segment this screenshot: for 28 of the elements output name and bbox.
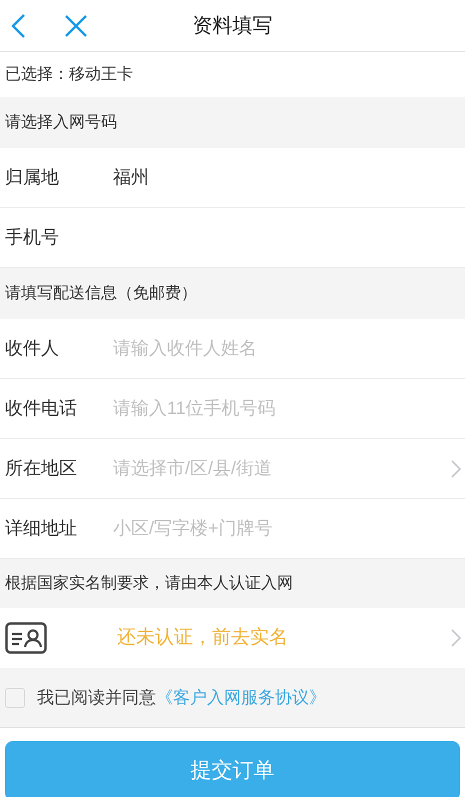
- agreement-checkbox[interactable]: [5, 688, 25, 708]
- field-label: 详细地址: [5, 517, 78, 540]
- form-field[interactable]: 详细地址 小区/写字楼+门牌号: [0, 499, 465, 559]
- field-label: 收件人: [5, 337, 60, 360]
- input-field[interactable]: 小区/写字楼+门牌号: [113, 515, 461, 542]
- page-title: 资料填写: [192, 14, 272, 38]
- section-title: 请填写配送信息（免邮费）: [5, 284, 197, 304]
- section-title: 请选择入网号码: [5, 112, 117, 132]
- input-field[interactable]: 请选择市/区/县/街道: [113, 455, 451, 482]
- verification-status: 还未认证，前去实名: [117, 626, 289, 650]
- agreement-text: 我已阅读并同意: [37, 686, 156, 709]
- chevron-right-icon: [451, 460, 461, 478]
- form-field[interactable]: 所在地区 请选择市/区/县/街道: [0, 439, 465, 499]
- input-field[interactable]: 请输入收件人姓名: [113, 335, 461, 362]
- close-icon[interactable]: [64, 14, 88, 38]
- back-icon[interactable]: [10, 12, 26, 38]
- form-field[interactable]: 收件电话 请输入11位手机号码: [0, 379, 465, 439]
- field-label: 所在地区: [5, 457, 78, 480]
- form-field[interactable]: 收件人 请输入收件人姓名: [0, 319, 465, 379]
- chevron-right-icon: [451, 629, 461, 647]
- field-label: 手机号: [5, 226, 60, 249]
- field-label: 收件电话: [5, 397, 78, 420]
- input-field[interactable]: 请输入11位手机号码: [113, 395, 461, 422]
- selected-plan: 已选择：移动王卡: [5, 64, 133, 84]
- field-value: 福州: [113, 166, 150, 189]
- id-card-icon: [5, 622, 47, 654]
- field-label: 归属地: [5, 166, 60, 189]
- notice-text: 根据国家实名制要求，请由本人认证入网: [5, 574, 293, 594]
